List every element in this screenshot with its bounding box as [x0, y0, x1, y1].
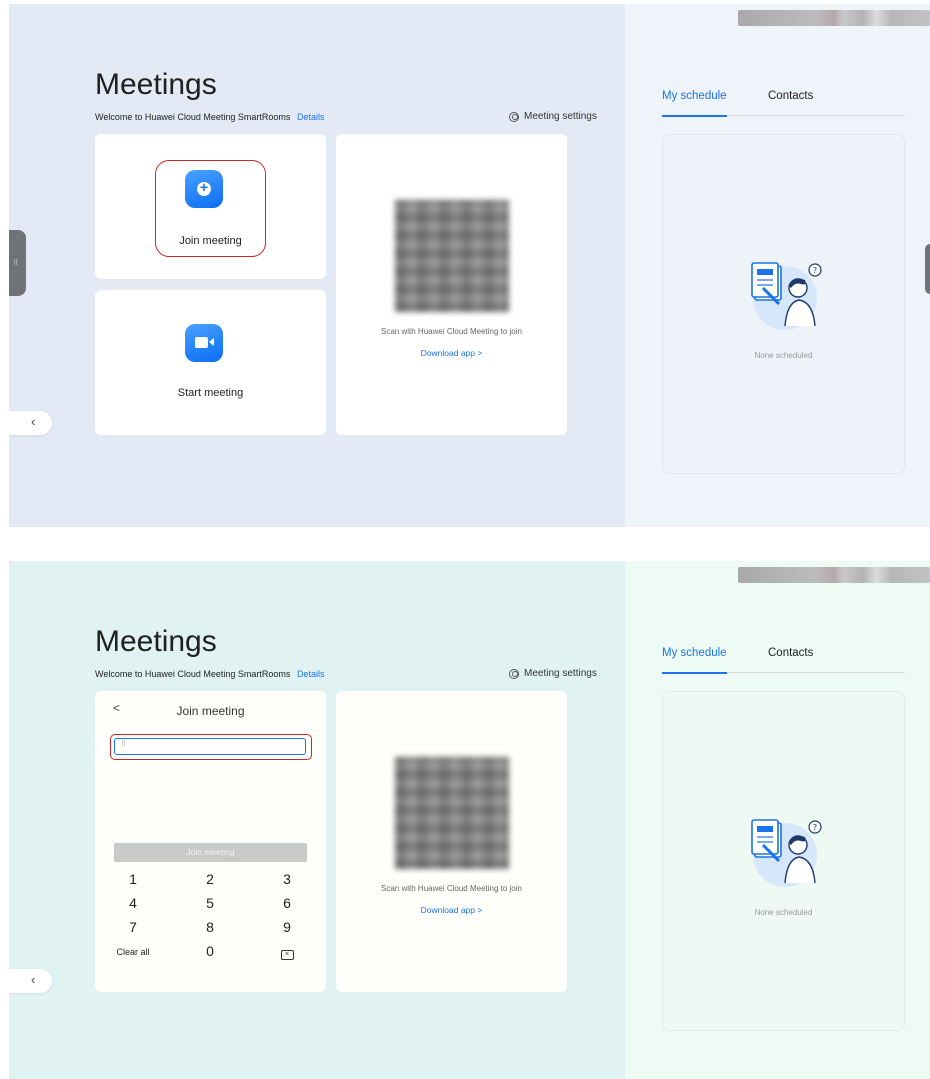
- tab-my-schedule[interactable]: My schedule: [662, 90, 727, 117]
- tab-contacts[interactable]: Contacts: [768, 90, 813, 102]
- meeting-settings-button[interactable]: Meeting settings: [509, 111, 597, 122]
- qr-code: [395, 200, 509, 312]
- meeting-id-field[interactable]: ⠿: [114, 738, 306, 755]
- gear-icon: [509, 668, 519, 679]
- join-meeting-button[interactable]: Join meeting: [114, 843, 307, 862]
- schedule-tabs: My schedule Contacts: [662, 647, 905, 674]
- back-button[interactable]: ‹: [9, 969, 52, 993]
- join-panel-title: Join meeting: [176, 704, 245, 718]
- join-meeting-screen: Meetings Welcome to Huawei Cloud Meeting…: [9, 561, 930, 1079]
- meeting-settings-button[interactable]: Meeting settings: [509, 668, 597, 679]
- download-app-link[interactable]: Download app >: [336, 905, 567, 915]
- status-bar: [738, 567, 930, 583]
- key-0[interactable]: 0: [180, 943, 240, 959]
- svg-text:?: ?: [813, 266, 817, 275]
- right-pane: My schedule Contacts ? None scheduled: [625, 4, 930, 527]
- chevron-left-icon: ‹: [31, 972, 36, 987]
- scan-instructions: Scan with Huawei Cloud Meeting to join: [381, 884, 522, 893]
- key-3[interactable]: 3: [257, 871, 317, 887]
- qr-card: Scan with Huawei Cloud Meeting to join D…: [336, 134, 567, 435]
- backspace-icon: ×: [280, 950, 294, 960]
- key-4[interactable]: 4: [103, 895, 163, 911]
- key-1[interactable]: 1: [103, 871, 163, 887]
- qr-card: Scan with Huawei Cloud Meeting to join D…: [336, 691, 567, 992]
- scan-instructions: Scan with Huawei Cloud Meeting to join: [381, 327, 522, 336]
- key-2[interactable]: 2: [180, 871, 240, 887]
- join-meeting-label: Join meeting: [179, 235, 242, 247]
- status-bar: [738, 10, 930, 26]
- key-5[interactable]: 5: [180, 895, 240, 911]
- clear-all-button[interactable]: Clear all: [103, 947, 163, 957]
- side-dock-handle[interactable]: ⠿: [9, 230, 26, 296]
- welcome-text: Welcome to Huawei Cloud Meeting SmartRoo…: [95, 112, 324, 122]
- keypad-icon: ⠿: [121, 741, 126, 748]
- welcome-text: Welcome to Huawei Cloud Meeting SmartRoo…: [95, 669, 324, 679]
- backspace-button[interactable]: ×: [257, 943, 317, 960]
- none-scheduled-text: None scheduled: [754, 351, 813, 360]
- key-8[interactable]: 8: [180, 919, 240, 935]
- plus-icon: [185, 170, 223, 208]
- qr-code: [395, 757, 509, 869]
- keypad-icon: ⠿: [13, 260, 18, 267]
- meetings-home-screen: Meetings Welcome to Huawei Cloud Meeting…: [9, 4, 930, 527]
- welcome-message: Welcome to Huawei Cloud Meeting SmartRoo…: [95, 112, 291, 122]
- tab-my-schedule[interactable]: My schedule: [662, 647, 727, 674]
- svg-text:?: ?: [813, 823, 817, 832]
- right-edge-handle[interactable]: [925, 244, 930, 294]
- details-link[interactable]: Details: [297, 669, 325, 679]
- join-meeting-panel: < Join meeting ⠿ Join meeting 1 2 3 4 5 …: [95, 691, 326, 992]
- key-6[interactable]: 6: [257, 895, 317, 911]
- download-app-link[interactable]: Download app >: [336, 348, 567, 358]
- welcome-message: Welcome to Huawei Cloud Meeting SmartRoo…: [95, 669, 291, 679]
- gear-icon: [509, 111, 519, 122]
- schedule-tabs: My schedule Contacts: [662, 90, 905, 117]
- meeting-settings-label: Meeting settings: [524, 111, 597, 122]
- start-meeting-label: Start meeting: [177, 387, 244, 399]
- details-link[interactable]: Details: [297, 112, 325, 122]
- schedule-panel: ? None scheduled: [662, 691, 905, 1031]
- video-camera-icon: [185, 324, 223, 362]
- meeting-settings-label: Meeting settings: [524, 668, 597, 679]
- page-title: Meetings: [95, 625, 217, 658]
- chevron-left-icon: ‹: [31, 414, 36, 429]
- empty-schedule-illustration: ?: [751, 262, 822, 330]
- tab-contacts[interactable]: Contacts: [768, 647, 813, 659]
- join-meeting-card[interactable]: Join meeting: [95, 134, 326, 279]
- page-title: Meetings: [95, 68, 217, 101]
- none-scheduled-text: None scheduled: [754, 908, 813, 917]
- start-meeting-card[interactable]: Start meeting: [95, 290, 326, 435]
- back-button[interactable]: ‹: [9, 411, 52, 435]
- empty-schedule-illustration: ?: [751, 819, 822, 887]
- schedule-panel: ? None scheduled: [662, 134, 905, 474]
- key-9[interactable]: 9: [257, 919, 317, 935]
- meeting-id-input[interactable]: [135, 740, 300, 753]
- right-pane: My schedule Contacts ? None scheduled: [625, 561, 930, 1079]
- key-7[interactable]: 7: [103, 919, 163, 935]
